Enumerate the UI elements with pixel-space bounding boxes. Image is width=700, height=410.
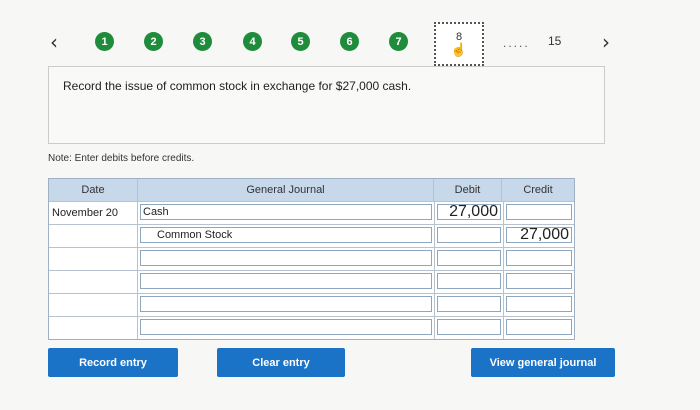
table-row: [49, 271, 574, 294]
table-row: November 20 Cash 27,000: [49, 202, 574, 225]
account-field[interactable]: [140, 250, 432, 266]
question-box: Record the issue of common stock in exch…: [48, 66, 605, 144]
header-debit: Debit: [434, 179, 502, 201]
step-ellipsis: .....: [503, 36, 530, 50]
record-entry-button[interactable]: Record entry: [48, 348, 178, 377]
account-field[interactable]: [140, 319, 432, 335]
step-8-current[interactable]: 8 ☝: [434, 22, 484, 66]
journal-table: Date General Journal Debit Credit Novemb…: [48, 178, 575, 340]
credit-field[interactable]: [506, 296, 572, 312]
debit-field[interactable]: [437, 319, 501, 335]
debit-field[interactable]: [437, 296, 501, 312]
table-row: [49, 294, 574, 317]
header-general-journal: General Journal: [138, 179, 434, 201]
account-field[interactable]: [140, 296, 432, 312]
question-text: Record the issue of common stock in exch…: [63, 79, 412, 93]
step-3[interactable]: 3: [193, 32, 212, 51]
credit-field[interactable]: [506, 319, 572, 335]
table-row: Common Stock 27,000: [49, 225, 574, 248]
prev-arrow-icon[interactable]: ‹: [50, 30, 58, 54]
header-credit: Credit: [523, 184, 553, 196]
account-value: Common Stock: [157, 229, 233, 241]
debit-value: 27,000: [449, 203, 498, 220]
step-6[interactable]: 6: [340, 32, 359, 51]
debit-field[interactable]: [437, 273, 501, 289]
debit-field[interactable]: [437, 227, 501, 243]
step-2[interactable]: 2: [144, 32, 163, 51]
credit-field[interactable]: 27,000: [506, 226, 572, 243]
step-7[interactable]: 7: [389, 32, 408, 51]
account-field[interactable]: [140, 273, 432, 289]
date-cell[interactable]: [49, 271, 138, 293]
credit-value: 27,000: [520, 226, 569, 243]
date-cell[interactable]: [49, 225, 138, 247]
date-cell[interactable]: [49, 294, 138, 316]
account-value: Cash: [143, 206, 169, 218]
next-arrow-icon[interactable]: ›: [602, 30, 610, 54]
step-5[interactable]: 5: [291, 32, 310, 51]
debit-field[interactable]: [437, 250, 501, 266]
credit-field[interactable]: [506, 204, 572, 220]
date-cell[interactable]: [49, 317, 138, 339]
journal-header-row: Date General Journal Debit Credit: [49, 179, 574, 202]
table-row: [49, 248, 574, 271]
step-15[interactable]: 15: [548, 34, 561, 48]
step-4[interactable]: 4: [243, 32, 262, 51]
date-cell[interactable]: November 20: [49, 202, 138, 224]
step-1[interactable]: 1: [95, 32, 114, 51]
account-field[interactable]: Common Stock: [140, 227, 432, 243]
hand-pointer-icon: ☝: [450, 42, 468, 57]
clear-entry-button[interactable]: Clear entry: [217, 348, 345, 377]
credit-field[interactable]: [506, 250, 572, 266]
header-date: Date: [49, 179, 138, 201]
table-row: [49, 317, 574, 339]
account-field[interactable]: Cash: [140, 204, 432, 220]
date-cell[interactable]: [49, 248, 138, 270]
note-text: Note: Enter debits before credits.: [48, 153, 195, 164]
view-general-journal-button[interactable]: View general journal: [471, 348, 615, 377]
debit-field[interactable]: 27,000: [437, 203, 501, 220]
credit-field[interactable]: [506, 273, 572, 289]
